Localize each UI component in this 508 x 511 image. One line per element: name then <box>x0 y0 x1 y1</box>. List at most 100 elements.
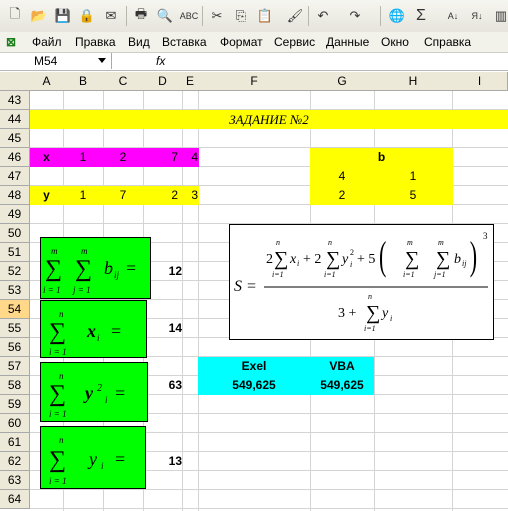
svg-text:m: m <box>407 238 413 247</box>
row-header-51[interactable]: 51 <box>0 243 30 262</box>
excel-doc-icon[interactable]: ⊠ <box>6 35 16 49</box>
x-value-2[interactable]: 2 <box>103 148 143 167</box>
sum-b-result[interactable]: 12 <box>143 262 182 281</box>
row-header-45[interactable]: 45 <box>0 129 30 148</box>
x-value-4[interactable]: 4 <box>182 148 198 167</box>
sum-y-formula-image[interactable]: n ∑ i = 1 y i = <box>40 426 146 489</box>
svg-text:i = 1: i = 1 <box>49 476 67 486</box>
row-header-61[interactable]: 61 <box>0 433 30 452</box>
row-header-63[interactable]: 63 <box>0 471 30 490</box>
menu-edit[interactable]: Правка <box>75 35 116 49</box>
row-header-59[interactable]: 59 <box>0 395 30 414</box>
row-header-57[interactable]: 57 <box>0 357 30 376</box>
row-header-50[interactable]: 50 <box>0 224 30 243</box>
row-header-54[interactable]: 54 <box>0 300 30 319</box>
permission-icon[interactable]: 🔒 <box>76 5 98 27</box>
y-value-4[interactable]: 3 <box>182 186 198 205</box>
row-header-43[interactable]: 43 <box>0 91 30 110</box>
exel-value[interactable]: 549,625 <box>198 376 310 395</box>
s-formula-image[interactable]: S = 2 ∑ n i=1 x i + 2 ∑ n i=1 y 2 i + 5 … <box>229 224 494 340</box>
cut-icon[interactable]: ✂ <box>206 5 228 27</box>
menu-data[interactable]: Данные <box>326 35 369 49</box>
col-header-e[interactable]: E <box>182 72 199 91</box>
col-header-i[interactable]: I <box>452 72 508 91</box>
svg-text:∑: ∑ <box>405 248 419 270</box>
undo-icon[interactable]: ↶ <box>312 5 334 27</box>
row-header-62[interactable]: 62 <box>0 452 30 471</box>
col-header-a[interactable]: A <box>30 72 64 91</box>
menu-format[interactable]: Формат <box>220 35 263 49</box>
b-22[interactable]: 5 <box>374 186 452 205</box>
row-header-53[interactable]: 53 <box>0 281 30 300</box>
row-header-47[interactable]: 47 <box>0 167 30 186</box>
svg-text:i: i <box>101 461 104 471</box>
row-header-49[interactable]: 49 <box>0 205 30 224</box>
exel-label: Exel <box>241 359 267 373</box>
col-header-f[interactable]: F <box>198 72 311 91</box>
x-value-1[interactable]: 1 <box>63 148 103 167</box>
row-header-64[interactable]: 64 <box>0 490 30 509</box>
col-header-h[interactable]: H <box>374 72 453 91</box>
sort-ascending-icon[interactable]: A↓ <box>442 5 464 27</box>
menu-view[interactable]: Вид <box>128 35 150 49</box>
redo-icon[interactable]: ↷ <box>344 5 366 27</box>
menu-window[interactable]: Окно <box>381 35 409 49</box>
b-11[interactable]: 4 <box>310 167 374 186</box>
fx-icon[interactable]: fx <box>156 53 165 69</box>
b-21[interactable]: 2 <box>310 186 374 205</box>
svg-text:n: n <box>59 435 64 445</box>
menu-help[interactable]: Справка <box>424 35 471 49</box>
formula-bar: M54 fx <box>0 53 508 71</box>
sum-y-result[interactable]: 13 <box>143 452 182 471</box>
print-icon[interactable]: 🖶 <box>130 5 152 27</box>
sum-x-formula-image[interactable]: n ∑ i = 1 x i = <box>40 300 147 358</box>
name-box-dropdown-icon[interactable] <box>98 58 106 63</box>
y-value-2[interactable]: 7 <box>103 186 143 205</box>
sum-x-result[interactable]: 14 <box>143 319 182 338</box>
sort-descending-icon[interactable]: Я↓ <box>466 5 488 27</box>
spelling-icon[interactable]: ABC <box>178 5 200 27</box>
row-header-55[interactable]: 55 <box>0 319 30 338</box>
row-header-56[interactable]: 56 <box>0 338 30 357</box>
svg-text:y: y <box>87 449 97 469</box>
sum-b-formula-image[interactable]: m ∑ i = 1 m ∑ j = 1 b ij = <box>40 237 151 299</box>
col-header-b[interactable]: B <box>63 72 104 91</box>
copy-icon[interactable]: ⎘ <box>230 5 252 27</box>
row-header-60[interactable]: 60 <box>0 414 30 433</box>
col-header-d[interactable]: D <box>143 72 183 91</box>
y-value-1[interactable]: 1 <box>63 186 103 205</box>
row-header-52[interactable]: 52 <box>0 262 30 281</box>
sum-y2-result[interactable]: 63 <box>143 376 182 395</box>
open-icon[interactable]: 📂 <box>28 5 50 27</box>
svg-text:i: i <box>105 395 108 405</box>
mail-icon[interactable]: ✉ <box>100 5 122 27</box>
x-value-3[interactable]: 7 <box>143 148 182 167</box>
new-icon[interactable]: 🗋 <box>4 5 26 27</box>
svg-text:ij: ij <box>114 270 120 280</box>
y-label: y <box>43 188 50 202</box>
print-preview-icon[interactable]: 🔍 <box>154 5 176 27</box>
select-all-corner[interactable] <box>0 72 31 91</box>
y-value-3[interactable]: 2 <box>143 186 182 205</box>
hyperlink-icon[interactable]: 🌐 <box>386 5 408 27</box>
s-formula-lhs: S = <box>234 278 257 295</box>
col-header-c[interactable]: C <box>103 72 144 91</box>
sum-y2-formula-image[interactable]: n ∑ i = 1 y 2 i = <box>40 362 148 422</box>
row-header-44[interactable]: 44 <box>0 110 30 129</box>
col-header-g[interactable]: G <box>310 72 375 91</box>
menu-file[interactable]: Файл <box>32 35 62 49</box>
menu-insert[interactable]: Вставка <box>162 35 207 49</box>
name-box[interactable]: M54 <box>0 53 112 69</box>
paste-icon[interactable]: 📋 <box>254 5 276 27</box>
vba-value[interactable]: 549,625 <box>310 376 374 395</box>
autosum-icon[interactable]: Σ <box>410 5 432 27</box>
menu-tools[interactable]: Сервис <box>274 35 315 49</box>
svg-text:): ) <box>470 233 477 278</box>
row-header-58[interactable]: 58 <box>0 376 30 395</box>
save-icon[interactable]: 💾 <box>52 5 74 27</box>
row-header-48[interactable]: 48 <box>0 186 30 205</box>
chart-wizard-icon[interactable]: ▥ <box>490 5 508 27</box>
b-12[interactable]: 1 <box>374 167 452 186</box>
row-header-46[interactable]: 46 <box>0 148 30 167</box>
format-painter-icon[interactable]: 🖌 <box>284 5 306 27</box>
